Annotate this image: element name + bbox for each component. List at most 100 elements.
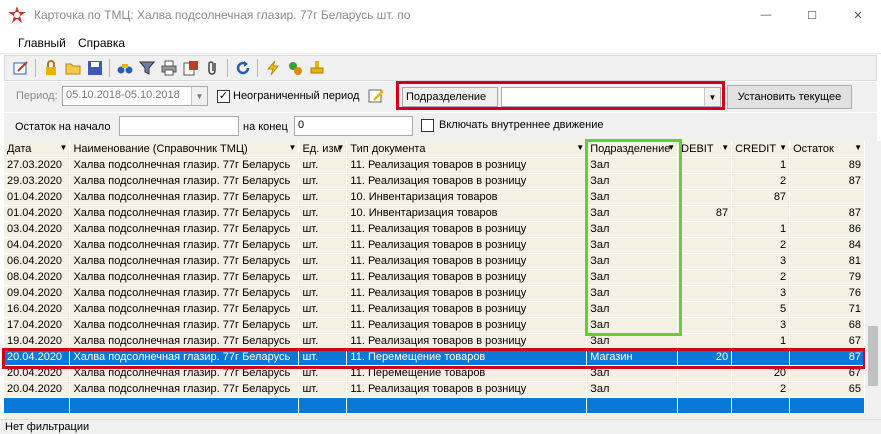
menu-help[interactable]: Справка — [78, 36, 125, 50]
open-folder-icon[interactable] — [63, 58, 83, 78]
cell-doc-type: 11. Реализация товаров в розницу — [346, 237, 588, 254]
cell-doc-type: 11. Реализация товаров в розницу — [346, 173, 588, 190]
chevron-down-icon[interactable]: ▼ — [191, 87, 207, 105]
cell-name: Халва подсолнечная глазир. 77г Беларусь — [69, 285, 300, 302]
lightning-icon[interactable] — [263, 58, 283, 78]
cell-debit — [677, 189, 733, 206]
col-header-credit[interactable]: CREDIT ▼ — [731, 141, 791, 158]
cell-credit: 2 — [731, 269, 791, 286]
cell-name: Халва подсолнечная глазир. 77г Беларусь — [69, 221, 300, 238]
cell-date: 16.04.2020 — [4, 301, 71, 318]
table-row[interactable]: 27.03.2020 Халва подсолнечная глазир. 77г… — [4, 157, 865, 174]
empty-row — [4, 397, 865, 414]
cell-unit: шт. — [298, 269, 348, 286]
lock-icon[interactable] — [41, 58, 61, 78]
period-field[interactable]: 05.10.2018-05.10.2018 ▼ — [62, 86, 208, 106]
col-header-date[interactable]: Дата ▼ — [4, 141, 71, 158]
cell-date: 20.04.2020 — [4, 381, 71, 398]
col-header-name[interactable]: Наименование (Справочник ТМЦ) ▼ — [69, 141, 300, 158]
cell-doc-type: 11. Реализация товаров в розницу — [346, 157, 588, 174]
cell-balance: 87 — [789, 173, 865, 190]
cell-doc-type: 11. Реализация товаров в розницу — [346, 317, 588, 334]
cell-doc-type: 11. Реализация товаров в розницу — [346, 253, 588, 270]
cell-balance: 84 — [789, 237, 865, 254]
cell-unit: шт. — [298, 173, 348, 190]
cell-debit — [677, 157, 733, 174]
end-balance-field[interactable]: 0 — [294, 116, 413, 136]
report-icon[interactable] — [181, 58, 201, 78]
vertical-scrollbar[interactable] — [865, 141, 881, 419]
internal-movement-checkbox[interactable] — [421, 119, 434, 132]
cell-empty — [298, 397, 348, 414]
set-current-button[interactable]: Установить текущее — [727, 85, 852, 109]
filter-icon[interactable] — [137, 58, 157, 78]
col-header-doc-type[interactable]: Тип документа ▼ — [346, 141, 588, 158]
minimize-button[interactable]: — — [743, 0, 789, 30]
cell-name: Халва подсолнечная глазир. 77г Беларусь — [69, 157, 300, 174]
unlimited-period-checkbox[interactable]: ✓ — [217, 90, 230, 103]
cell-unit: шт. — [298, 333, 348, 350]
cell-unit: шт. — [298, 237, 348, 254]
table-row[interactable]: 01.04.2020 Халва подсолнечная глазир. 77г… — [4, 189, 865, 206]
plugin-icon[interactable] — [285, 58, 305, 78]
table-row[interactable]: 04.04.2020 Халва подсолнечная глазир. 77г… — [4, 237, 865, 254]
status-bar: Нет фильтрации — [0, 419, 881, 434]
maximize-button[interactable]: ☐ — [789, 0, 835, 30]
cell-balance: 76 — [789, 285, 865, 302]
cell-date: 27.03.2020 — [4, 157, 71, 174]
cell-date: 29.03.2020 — [4, 173, 71, 190]
cell-balance: 87 — [789, 205, 865, 222]
cell-unit: шт. — [298, 205, 348, 222]
cell-balance: 81 — [789, 253, 865, 270]
col-header-debit[interactable]: DEBIT ▼ — [677, 141, 733, 158]
edit-icon[interactable] — [11, 58, 31, 78]
attach-icon[interactable] — [203, 58, 223, 78]
end-balance-label: на конец — [243, 121, 288, 133]
cell-debit — [677, 269, 733, 286]
table-row[interactable]: 19.04.2020 Халва подсолнечная глазир. 77г… — [4, 333, 865, 350]
cell-date: 01.04.2020 — [4, 205, 71, 222]
cell-date: 04.04.2020 — [4, 237, 71, 254]
stamp-icon[interactable] — [307, 58, 327, 78]
cell-unit: шт. — [298, 285, 348, 302]
table-row[interactable]: 17.04.2020 Халва подсолнечная глазир. 77г… — [4, 317, 865, 334]
table-row[interactable]: 03.04.2020 Халва подсолнечная глазир. 77г… — [4, 221, 865, 238]
cell-debit — [677, 317, 733, 334]
print-icon[interactable] — [159, 58, 179, 78]
sort-icon: ▼ — [721, 143, 730, 152]
cell-credit: 2 — [731, 381, 791, 398]
cell-credit: 1 — [731, 333, 791, 350]
period-value: 05.10.2018-05.10.2018 — [66, 89, 180, 101]
col-header-balance[interactable]: Остаток ▼ — [789, 141, 865, 158]
table-row[interactable]: 01.04.2020 Халва подсолнечная глазир. 77г… — [4, 205, 865, 222]
start-balance-field[interactable] — [119, 116, 239, 136]
table-row[interactable]: 29.03.2020 Халва подсолнечная глазир. 77г… — [4, 173, 865, 190]
table-row[interactable]: 20.04.2020 Халва подсолнечная глазир. 77г… — [4, 381, 865, 398]
cell-name: Халва подсолнечная глазир. 77г Беларусь — [69, 317, 300, 334]
cell-name: Халва подсолнечная глазир. 77г Беларусь — [69, 173, 300, 190]
col-header-unit[interactable]: Ед. изм ▼ — [298, 141, 348, 158]
cell-credit: 5 — [731, 301, 791, 318]
cell-balance: 67 — [789, 333, 865, 350]
cell-doc-type: 11. Реализация товаров в розницу — [346, 381, 588, 398]
close-button[interactable]: ✕ — [835, 0, 881, 30]
refresh-icon[interactable] — [233, 58, 253, 78]
table-row[interactable]: 08.04.2020 Халва подсолнечная глазир. 77г… — [4, 269, 865, 286]
cell-debit — [677, 237, 733, 254]
internal-movement-label: Включать внутреннее движение — [439, 119, 604, 131]
save-icon[interactable] — [85, 58, 105, 78]
cell-empty — [586, 397, 679, 414]
cell-name: Халва подсолнечная глазир. 77г Беларусь — [69, 189, 300, 206]
menu-bar: Главный Справка — [0, 32, 881, 54]
table-row[interactable]: 16.04.2020 Халва подсолнечная глазир. 77г… — [4, 301, 865, 318]
binoculars-icon[interactable] — [115, 58, 135, 78]
table-row[interactable]: 09.04.2020 Халва подсолнечная глазир. 77г… — [4, 285, 865, 302]
cell-debit: 87 — [677, 205, 733, 222]
table-row[interactable]: 06.04.2020 Халва подсолнечная глазир. 77г… — [4, 253, 865, 270]
cell-balance: 68 — [789, 317, 865, 334]
menu-main[interactable]: Главный — [18, 36, 66, 50]
cell-unit: шт. — [298, 317, 348, 334]
scrollbar-thumb[interactable] — [868, 326, 878, 386]
calendar-edit-icon[interactable] — [366, 86, 386, 106]
cell-credit: 3 — [731, 317, 791, 334]
